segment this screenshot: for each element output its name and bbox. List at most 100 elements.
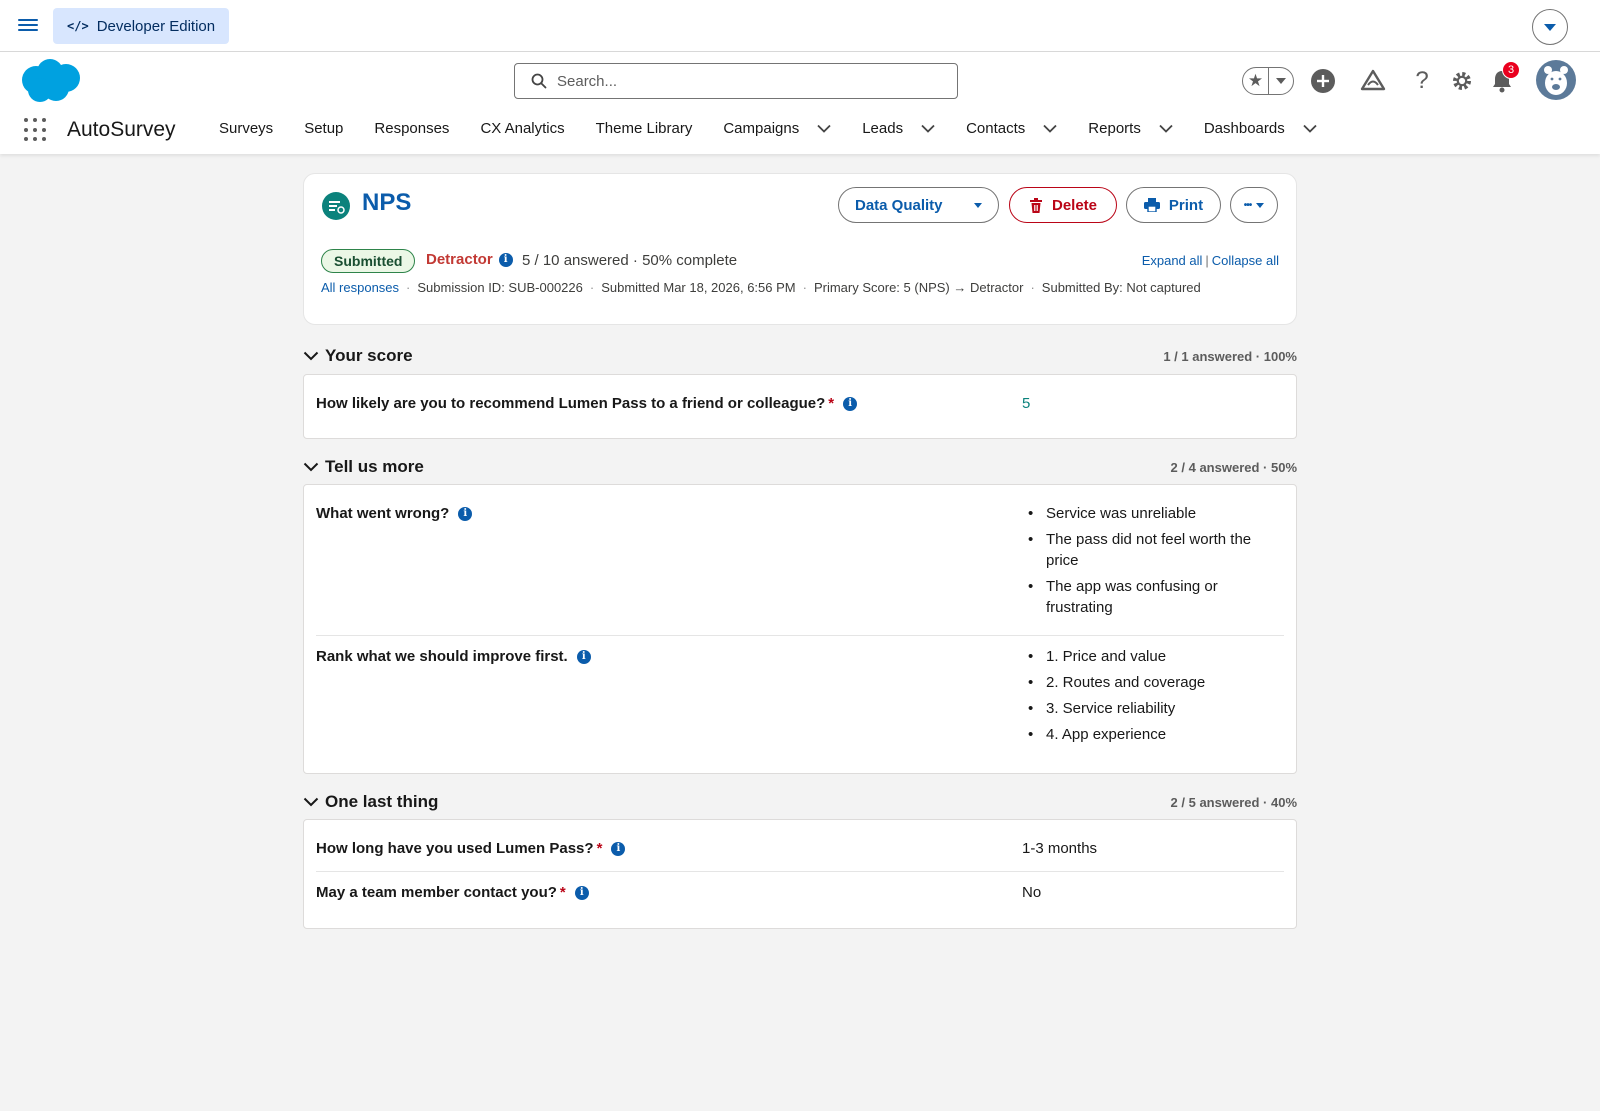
question-label: May a team member contact you? * i xyxy=(316,884,589,901)
chevron-down-icon[interactable] xyxy=(1303,124,1317,133)
chevron-down-icon[interactable] xyxy=(1159,124,1173,133)
delete-label: Delete xyxy=(1051,196,1098,214)
question-row: May a team member contact you? * i No xyxy=(316,871,1284,928)
nav-item-dashboards[interactable]: Dashboards xyxy=(1204,116,1317,140)
answer-list: Service was unreliable The pass did not … xyxy=(1022,503,1262,623)
section-title: Your score xyxy=(325,346,413,365)
section-header-one-last-thing[interactable]: One last thing 2 / 5 answered · 40% xyxy=(303,790,1297,814)
info-icon[interactable]: i xyxy=(498,252,513,267)
chevron-down-icon[interactable] xyxy=(303,797,319,807)
section-count: 2 / 5 answered · 40% xyxy=(1170,794,1297,810)
collapse-all-link[interactable]: Collapse all xyxy=(1212,253,1279,268)
app-name: AutoSurvey xyxy=(67,118,176,141)
chevron-down-icon[interactable] xyxy=(303,351,319,361)
setup-menu-button[interactable] xyxy=(1532,9,1568,45)
answer-value: No xyxy=(1022,884,1042,901)
top-bar: </> Developer Edition xyxy=(0,0,1600,52)
section-count: 1 / 1 answered · 100% xyxy=(1163,348,1297,364)
code-icon: </> xyxy=(67,19,89,33)
question-row: What went wrong? i Service was unreliable… xyxy=(316,485,1284,635)
gear-icon xyxy=(1453,72,1471,90)
list-item: The app was confusing or frustrating xyxy=(1022,576,1262,618)
record-header-card: NPS Data Quality Delete Print ••• Submit… xyxy=(303,173,1297,325)
delete-button[interactable]: Delete xyxy=(1009,187,1117,223)
expand-all-link[interactable]: Expand all xyxy=(1142,253,1203,268)
data-quality-button[interactable]: Data Quality xyxy=(838,187,999,223)
nav-item-theme-library[interactable]: Theme Library xyxy=(596,116,693,140)
print-button[interactable]: Print xyxy=(1126,187,1221,223)
trailhead-icon xyxy=(1360,69,1386,91)
section-body-one-last-thing: How long have you used Lumen Pass? * i 1-3… xyxy=(303,819,1297,929)
search-input[interactable] xyxy=(557,72,937,90)
survey-response-icon xyxy=(322,192,350,220)
setup-button[interactable] xyxy=(1448,67,1476,95)
data-quality-label: Data Quality xyxy=(855,196,943,214)
info-icon[interactable]: i xyxy=(576,649,591,664)
list-item: 3. Service reliability xyxy=(1022,698,1262,719)
expand-collapse-links: Expand all | Collapse all xyxy=(1141,253,1279,268)
salesforce-logo[interactable] xyxy=(18,58,82,104)
submission-id: Submission ID: SUB-000226 xyxy=(417,280,583,295)
section-count: 2 / 4 answered · 50% xyxy=(1170,459,1297,475)
section-title: Tell us more xyxy=(325,457,424,476)
chevron-down-icon[interactable] xyxy=(921,124,935,133)
menu-icon[interactable] xyxy=(18,16,38,36)
info-icon[interactable]: i xyxy=(611,841,626,856)
info-icon[interactable]: i xyxy=(458,506,473,521)
add-icon xyxy=(1311,69,1335,93)
all-responses-link[interactable]: All responses xyxy=(321,280,399,295)
submitted-by: Submitted By: Not captured xyxy=(1041,280,1201,295)
info-icon[interactable]: i xyxy=(574,885,589,900)
question-text: Rank what we should improve first. xyxy=(316,648,568,665)
nav-item-contacts[interactable]: Contacts xyxy=(966,116,1057,140)
favorites-list-button[interactable] xyxy=(1269,78,1293,84)
question-label: How long have you used Lumen Pass? * i xyxy=(316,840,626,857)
section-header-tell-us-more[interactable]: Tell us more 2 / 4 answered · 50% xyxy=(303,455,1297,479)
chevron-down-icon[interactable] xyxy=(1043,124,1057,133)
nav-item-cx-analytics[interactable]: CX Analytics xyxy=(480,116,564,140)
list-item: The pass did not feel worth the price xyxy=(1022,529,1262,571)
primary-score: Primary Score: 5 (NPS) → Detractor xyxy=(813,280,1024,295)
chevron-down-icon[interactable] xyxy=(817,124,831,133)
nav-item-campaigns[interactable]: Campaigns xyxy=(723,116,831,140)
favorites-button[interactable]: ★ xyxy=(1242,67,1294,95)
user-avatar[interactable] xyxy=(1536,60,1576,100)
question-row: How long have you used Lumen Pass? * i 1-3… xyxy=(316,820,1284,871)
section-title: One last thing xyxy=(325,792,439,811)
app-launcher-icon[interactable] xyxy=(24,118,48,142)
developer-edition-badge[interactable]: </> Developer Edition xyxy=(53,8,230,44)
global-search[interactable] xyxy=(514,63,958,99)
section-header-your-score[interactable]: Your score 1 / 1 answered · 100% xyxy=(303,344,1297,368)
help-icon[interactable]: ? xyxy=(1408,67,1436,95)
answer-value: 1-3 months xyxy=(1022,840,1098,857)
nav-item-responses[interactable]: Responses xyxy=(374,116,449,140)
required-marker: * xyxy=(828,395,835,412)
chevron-down-icon xyxy=(1276,78,1286,84)
chevron-down-icon xyxy=(1256,202,1265,208)
question-text: How long have you used Lumen Pass? xyxy=(316,840,594,857)
trailhead-button[interactable] xyxy=(1359,67,1387,95)
question-row: How likely are you to recommend Lumen Pa… xyxy=(316,375,1284,438)
nps-category-label: Detractor i xyxy=(426,251,513,268)
printer-icon xyxy=(1143,198,1160,212)
notification-count-badge: 3 xyxy=(1502,61,1520,79)
response-progress: 5 / 10 answered · 50% complete xyxy=(522,252,738,269)
chevron-down-icon xyxy=(1544,23,1556,31)
more-actions-button[interactable]: ••• xyxy=(1230,187,1278,223)
nav-item-leads[interactable]: Leads xyxy=(862,116,935,140)
nav-item-reports[interactable]: Reports xyxy=(1088,116,1173,140)
star-icon[interactable]: ★ xyxy=(1243,68,1269,94)
info-icon[interactable]: i xyxy=(843,396,858,411)
nav-item-surveys[interactable]: Surveys xyxy=(219,116,273,140)
notifications-button[interactable]: 3 xyxy=(1488,61,1520,95)
list-item: 4. App experience xyxy=(1022,724,1262,745)
global-actions-button[interactable] xyxy=(1309,67,1337,95)
nav-item-setup[interactable]: Setup xyxy=(304,116,343,140)
trash-icon xyxy=(1029,197,1043,213)
question-text: How likely are you to recommend Lumen Pa… xyxy=(316,395,826,412)
search-icon xyxy=(531,73,547,89)
answer-list: 1. Price and value 2. Routes and coverag… xyxy=(1022,646,1262,750)
question-label: What went wrong? i xyxy=(316,505,473,522)
chevron-down-icon[interactable] xyxy=(303,462,319,472)
page-title: NPS xyxy=(362,189,412,216)
